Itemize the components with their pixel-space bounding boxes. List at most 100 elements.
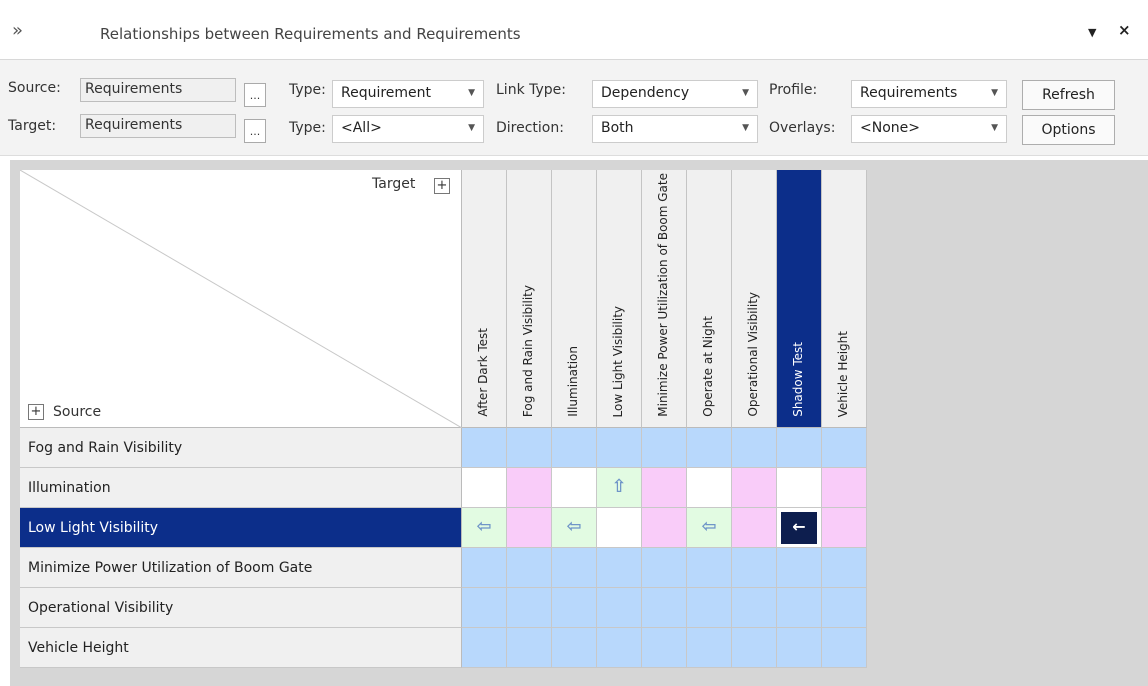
matrix-cell[interactable] (822, 468, 867, 508)
matrix-cell[interactable] (777, 628, 822, 668)
matrix-cell[interactable] (552, 588, 597, 628)
source-field[interactable]: Requirements (80, 78, 236, 102)
matrix-cell[interactable] (642, 548, 687, 588)
link-type-select[interactable]: Dependency ▼ (592, 80, 758, 108)
chevron-down-icon: ▼ (991, 123, 998, 133)
matrix-cell[interactable] (732, 628, 777, 668)
row-header-vehicle-height[interactable]: Vehicle Height (20, 628, 462, 668)
matrix-cell[interactable] (687, 468, 732, 508)
column-header-fog-and-rain-visibility[interactable]: Fog and Rain Visibility (507, 170, 552, 428)
close-icon[interactable]: × (1118, 21, 1131, 39)
matrix-cell[interactable] (642, 628, 687, 668)
matrix-cell[interactable] (507, 588, 552, 628)
column-header-illumination[interactable]: Illumination (552, 170, 597, 428)
row-header-low-light-visibility[interactable]: Low Light Visibility (20, 508, 462, 548)
matrix-cell[interactable]: ⇦ (462, 508, 507, 548)
matrix-cell[interactable] (777, 468, 822, 508)
chevron-down-icon: ▼ (742, 88, 749, 98)
target-field[interactable]: Requirements (80, 114, 236, 138)
profile-value: Requirements (860, 85, 958, 101)
matrix-cell[interactable] (687, 628, 732, 668)
source-expand-icon[interactable]: + (28, 404, 44, 420)
chevron-down-icon: ▼ (468, 88, 475, 98)
matrix-cell[interactable] (462, 548, 507, 588)
options-button[interactable]: Options (1022, 115, 1115, 145)
matrix-cell[interactable] (642, 508, 687, 548)
matrix-cell[interactable] (462, 628, 507, 668)
link-type-label: Link Type: (496, 82, 566, 98)
matrix-cell[interactable] (732, 548, 777, 588)
matrix-cell[interactable] (822, 588, 867, 628)
matrix-cell[interactable] (507, 628, 552, 668)
matrix-cell[interactable] (642, 468, 687, 508)
overlays-select[interactable]: <None> ▼ (851, 115, 1007, 143)
profile-select[interactable]: Requirements ▼ (851, 80, 1007, 108)
matrix-cell[interactable] (507, 468, 552, 508)
row-header-illumination[interactable]: Illumination (20, 468, 462, 508)
column-header-low-light-visibility[interactable]: Low Light Visibility (597, 170, 642, 428)
column-header-shadow-test[interactable]: Shadow Test (777, 170, 822, 428)
matrix-cell[interactable] (552, 548, 597, 588)
matrix-cell[interactable] (507, 428, 552, 468)
row-header-minimize-power-utilization[interactable]: Minimize Power Utilization of Boom Gate (20, 548, 462, 588)
selected-matrix-cell[interactable]: ← (777, 508, 822, 548)
matrix-cell[interactable] (822, 428, 867, 468)
chevron-down-icon: ▼ (742, 123, 749, 133)
matrix-cell[interactable] (552, 428, 597, 468)
matrix-cell[interactable] (507, 508, 552, 548)
matrix-cell[interactable] (732, 588, 777, 628)
matrix-cell[interactable] (552, 628, 597, 668)
matrix-cell[interactable]: ⇧ (597, 468, 642, 508)
matrix-cell[interactable] (597, 588, 642, 628)
matrix-cell[interactable] (687, 588, 732, 628)
target-type-label: Type: (289, 120, 326, 136)
source-type-select[interactable]: Requirement ▼ (332, 80, 484, 108)
direction-value: Both (601, 120, 634, 136)
arrow-up-icon: ⇧ (611, 476, 627, 497)
row-header-operational-visibility[interactable]: Operational Visibility (20, 588, 462, 628)
matrix-cell[interactable] (822, 628, 867, 668)
matrix-cell[interactable] (462, 428, 507, 468)
column-header-after-dark-test[interactable]: After Dark Test (462, 170, 507, 428)
matrix-cell[interactable] (687, 428, 732, 468)
matrix-cell[interactable] (462, 468, 507, 508)
target-browse-button[interactable]: ... (244, 119, 266, 143)
link-type-value: Dependency (601, 85, 690, 101)
matrix-cell[interactable] (597, 428, 642, 468)
column-header-minimize-power-utilization[interactable]: Minimize Power Utilization of Boom Gate (642, 170, 687, 428)
matrix-cell[interactable]: ⇦ (552, 508, 597, 548)
source-browse-button[interactable]: ... (244, 83, 266, 107)
diagonal-divider (20, 170, 462, 428)
matrix-cell[interactable]: ⇦ (687, 508, 732, 548)
matrix-cell[interactable] (642, 588, 687, 628)
matrix-cell[interactable] (777, 428, 822, 468)
row-header-fog-and-rain-visibility[interactable]: Fog and Rain Visibility (20, 428, 462, 468)
column-header-operate-at-night[interactable]: Operate at Night (687, 170, 732, 428)
matrix-cell[interactable] (597, 508, 642, 548)
profile-label: Profile: (769, 82, 818, 98)
column-header-vehicle-height[interactable]: Vehicle Height (822, 170, 867, 428)
matrix-cell[interactable] (732, 468, 777, 508)
matrix-cell[interactable] (732, 428, 777, 468)
matrix-cell[interactable] (597, 628, 642, 668)
target-expand-icon[interactable]: + (434, 178, 450, 194)
refresh-button[interactable]: Refresh (1022, 80, 1115, 110)
matrix-cell[interactable] (687, 548, 732, 588)
matrix-cell[interactable] (777, 588, 822, 628)
matrix-cell[interactable] (462, 588, 507, 628)
matrix-cell[interactable] (642, 428, 687, 468)
column-header-operational-visibility[interactable]: Operational Visibility (732, 170, 777, 428)
title-bar: » Relationships between Requirements and… (0, 0, 1148, 60)
matrix-cell[interactable] (597, 548, 642, 588)
matrix-cell[interactable] (822, 548, 867, 588)
direction-select[interactable]: Both ▼ (592, 115, 758, 143)
matrix-cell[interactable] (732, 508, 777, 548)
window-menu-icon[interactable]: ▼ (1088, 26, 1096, 39)
expand-panel-icon[interactable]: » (12, 20, 23, 41)
matrix-cell[interactable] (507, 548, 552, 588)
matrix-corner-header (20, 170, 462, 428)
matrix-cell[interactable] (552, 468, 597, 508)
matrix-cell[interactable] (822, 508, 867, 548)
target-type-select[interactable]: <All> ▼ (332, 115, 484, 143)
matrix-cell[interactable] (777, 548, 822, 588)
